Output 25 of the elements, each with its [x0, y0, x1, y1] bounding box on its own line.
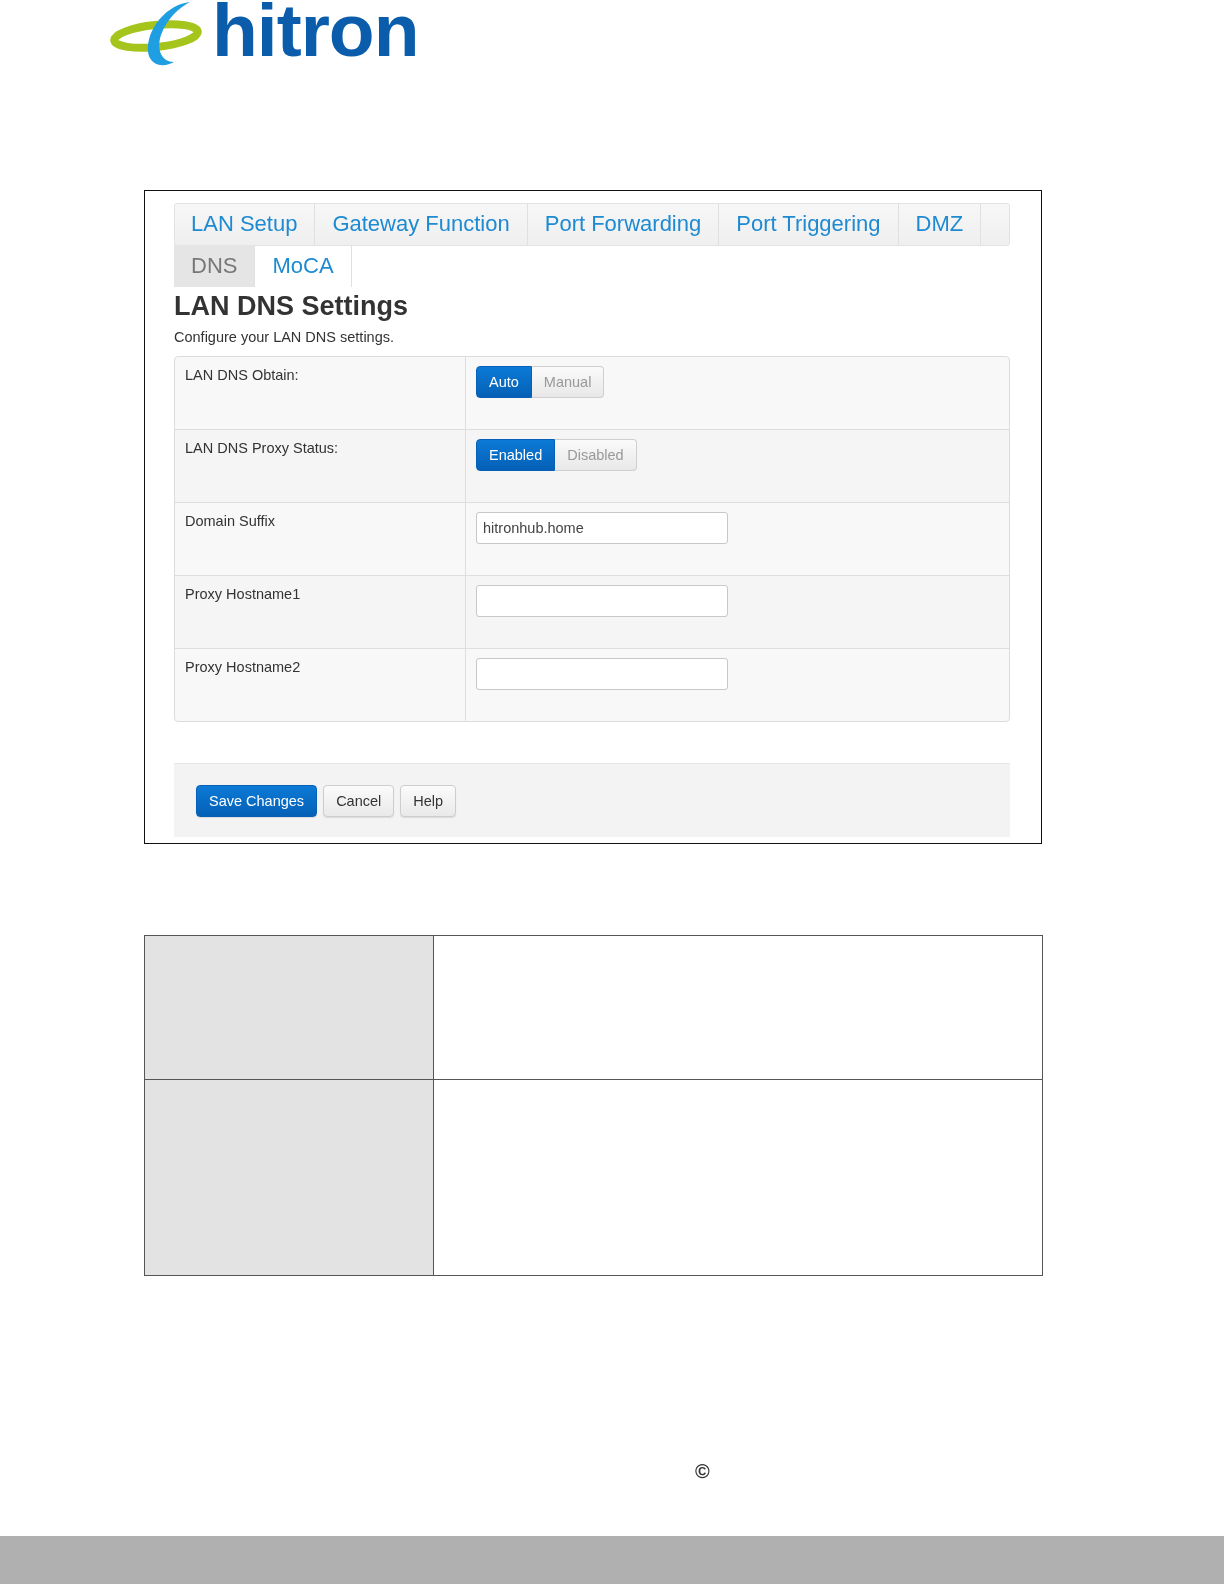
- tab[interactable]: DMZ: [898, 203, 982, 245]
- action-button[interactable]: Cancel: [323, 785, 395, 817]
- field-label: Proxy Hostname2: [185, 659, 301, 675]
- page-description: Configure your LAN DNS settings.: [174, 328, 395, 346]
- tab[interactable]: DNS: [174, 245, 256, 287]
- tab[interactable]: Port Triggering: [719, 203, 899, 245]
- action-button[interactable]: Help: [400, 785, 457, 817]
- field-label: LAN DNS Obtain:: [185, 367, 299, 383]
- tab[interactable]: Port Forwarding: [527, 203, 720, 245]
- field-label: LAN DNS Proxy Status:: [185, 440, 339, 456]
- toggle-option[interactable]: Disabled: [555, 439, 637, 471]
- text-field[interactable]: hitronhub.home: [476, 512, 728, 544]
- save-button[interactable]: Save Changes: [196, 785, 318, 817]
- field-label: Domain Suffix: [185, 513, 275, 529]
- toggle-option[interactable]: Manual: [531, 366, 605, 398]
- tab[interactable]: Gateway Function: [315, 203, 528, 245]
- text-field[interactable]: [476, 658, 728, 690]
- logo-wordmark: hitron: [212, 0, 419, 68]
- toggle-option[interactable]: Enabled: [476, 439, 556, 471]
- toggle-option[interactable]: Auto: [476, 366, 532, 398]
- tab[interactable]: MoCA: [255, 245, 352, 287]
- field-label: Proxy Hostname1: [185, 586, 301, 602]
- page-heading: LAN DNS Settings: [174, 290, 409, 322]
- text-field[interactable]: [476, 585, 728, 617]
- copyright-symbol: ©: [695, 1460, 710, 1482]
